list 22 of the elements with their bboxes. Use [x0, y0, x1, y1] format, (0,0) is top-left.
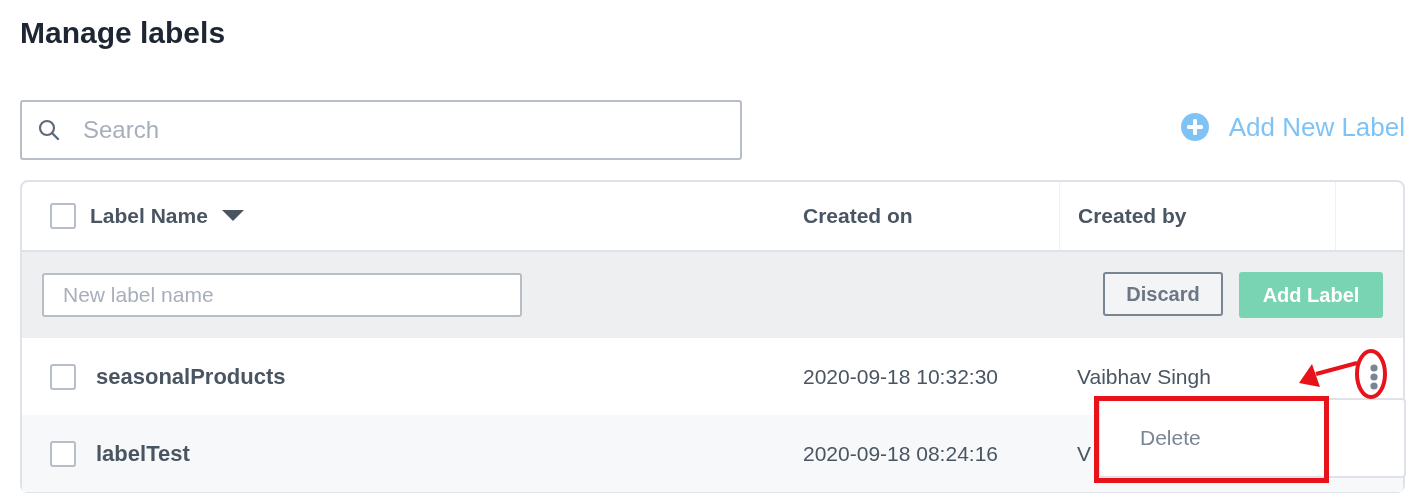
delete-menu-item[interactable]: Delete [1140, 426, 1201, 450]
plus-circle-icon [1180, 113, 1209, 141]
created-by-name: Vaibhav Singh [1077, 364, 1211, 389]
column-header[interactable]: Created on [803, 204, 913, 228]
label-name: labelTest [96, 440, 190, 467]
created-by-name: V [1077, 441, 1091, 466]
created-on-date: 2020-09-18 08:24:16 [803, 441, 998, 466]
discard-button[interactable]: Discard [1103, 272, 1223, 316]
row-checkbox[interactable] [50, 440, 76, 467]
new-label-name-field[interactable]: New label name [42, 273, 522, 317]
highlight-ellipse [1355, 349, 1387, 399]
column-header[interactable]: Created by [1078, 204, 1187, 228]
created-on-date: 2020-09-18 10:32:30 [803, 364, 998, 389]
search-icon [37, 118, 61, 142]
search-field[interactable]: Search [20, 100, 742, 160]
sort-caret-icon[interactable] [221, 210, 244, 222]
page-title: Manage labels [20, 15, 227, 51]
select-all-checkbox[interactable] [50, 203, 76, 229]
label-name: seasonalProducts [96, 363, 286, 390]
column-header[interactable]: Label Name [90, 204, 208, 228]
more-options-icon[interactable] [1370, 363, 1378, 390]
row-checkbox[interactable] [50, 363, 76, 390]
